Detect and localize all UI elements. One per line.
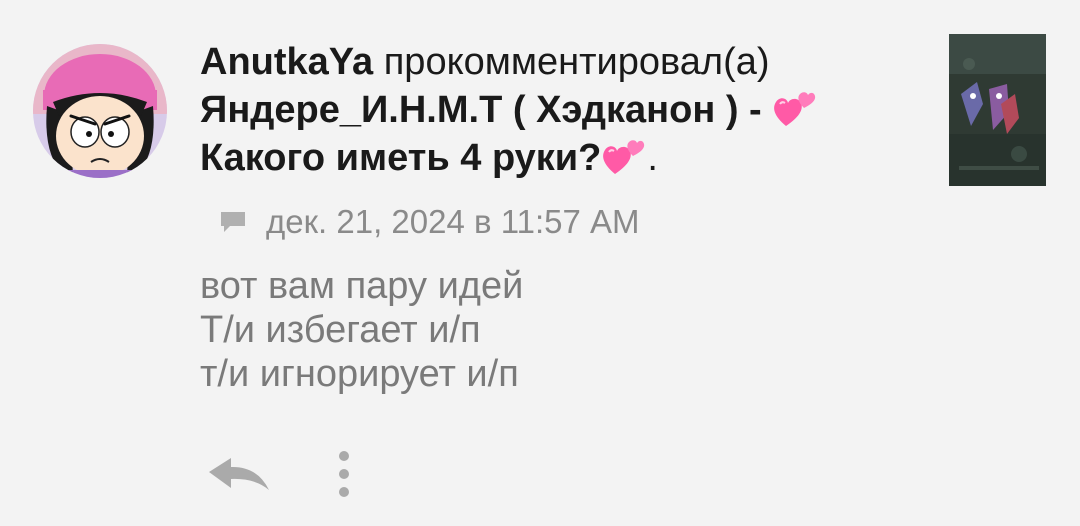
notification-item[interactable]: AnutkaYa прокомментировал(а) Яндере_И.Н.…: [0, 0, 1080, 526]
avatar-image: [33, 44, 167, 178]
post-thumbnail-image: [949, 34, 1046, 186]
reply-arrow-icon[interactable]: [205, 452, 273, 496]
post-thumbnail[interactable]: [949, 34, 1046, 186]
vertical-dots-icon[interactable]: [330, 448, 358, 502]
comment-line: вот вам пару идей: [200, 265, 524, 307]
post-title-line2[interactable]: Какого иметь 4 руки?: [200, 137, 601, 179]
username-link[interactable]: AnutkaYa: [200, 41, 373, 83]
comment-date: дек. 21, 2024 в 11:57 AM: [266, 203, 640, 240]
comment-line: т/и игнорирует и/п: [200, 353, 519, 395]
action-text: прокомментировал(а): [383, 41, 770, 83]
notification-header[interactable]: AnutkaYa прокомментировал(а) Яндере_И.Н.…: [200, 38, 900, 182]
avatar[interactable]: [33, 44, 167, 178]
comment-meta: дек. 21, 2024 в 11:57 AM: [218, 200, 640, 244]
comment-icon: [221, 212, 245, 232]
trailing-dot: .: [647, 137, 658, 179]
comment-line: Т/и избегает и/п: [200, 309, 481, 351]
two-hearts-icon: [603, 140, 645, 174]
two-hearts-icon: [774, 92, 816, 126]
comment-body: вот вам пару идей Т/и избегает и/п т/и и…: [200, 264, 523, 396]
post-title-line1[interactable]: Яндере_И.Н.М.Т ( Хэдканон ) -: [200, 89, 762, 131]
